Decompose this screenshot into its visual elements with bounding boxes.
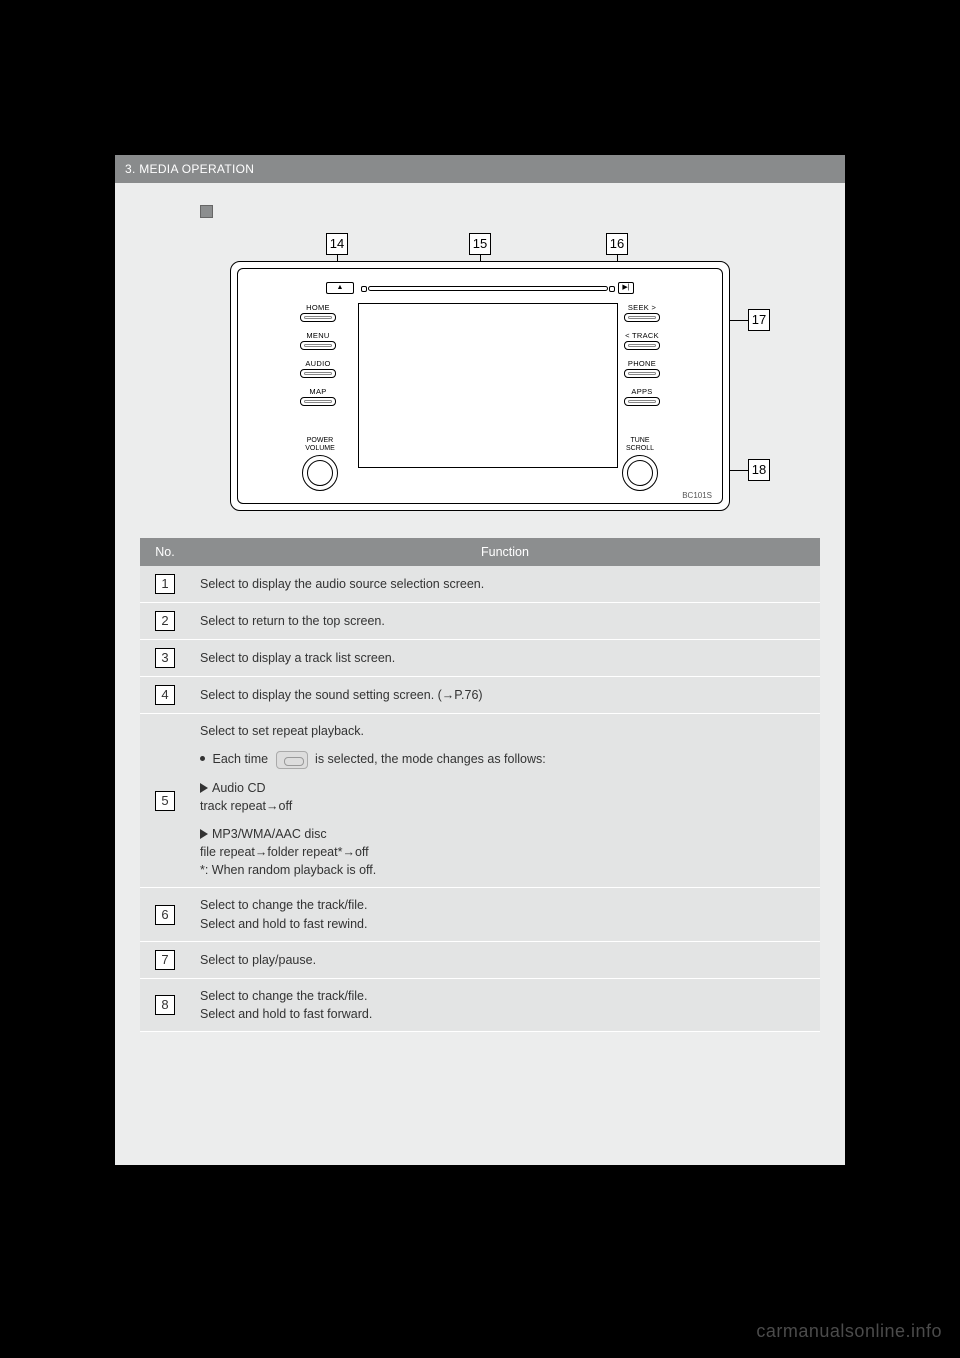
row-number-box: 7 — [155, 950, 175, 970]
mp3-seq: file repeat→folder repeat*→off — [200, 845, 369, 859]
pill-icon — [300, 313, 336, 322]
eject-button-icon: ▲ — [326, 282, 354, 294]
callout-18: 18 — [748, 459, 770, 481]
row-function-text: Select to display a track list screen. — [190, 640, 820, 677]
page-content: Control panel 14 15 16 17 18 ▲ ▶| — [115, 183, 845, 1052]
callout-14: 14 — [326, 233, 348, 255]
row-number-box: 3 — [155, 648, 175, 668]
row-function-text: Select to change the track/file. Select … — [190, 888, 820, 941]
hw-button-audio: AUDIO — [300, 359, 336, 378]
repeat-each-time: Each time is selected, the mode changes … — [200, 750, 810, 769]
row-function-text: Select to change the track/file. Select … — [190, 978, 820, 1031]
table-row: 4 Select to display the sound setting sc… — [140, 677, 820, 714]
knob-label: TUNE SCROLL — [614, 437, 666, 453]
right-button-group: SEEK > < TRACK PHONE APPS — [624, 303, 660, 415]
row-function-text: Select to return to the top screen. — [190, 603, 820, 640]
table-row: 6 Select to change the track/file. Selec… — [140, 888, 820, 941]
diagram-id-label: BC101S — [682, 491, 712, 500]
row-number-box: 2 — [155, 611, 175, 631]
pill-icon — [300, 369, 336, 378]
pill-icon — [300, 341, 336, 350]
knob-icon — [622, 455, 658, 491]
triangle-icon — [200, 829, 208, 839]
knob-label: POWER VOLUME — [294, 437, 346, 453]
play-button-icon: ▶| — [618, 282, 634, 294]
each-time-pre: Each time — [212, 752, 268, 766]
mp3-footnote: *: When random playback is off. — [200, 863, 376, 877]
row-line1: Select to change the track/file. — [200, 989, 367, 1003]
hw-button-map: MAP — [300, 387, 336, 406]
hw-label: SEEK > — [624, 303, 660, 312]
pill-icon — [624, 341, 660, 350]
hw-button-track: < TRACK — [624, 331, 660, 350]
table-row: 2 Select to return to the top screen. — [140, 603, 820, 640]
callout-15: 15 — [469, 233, 491, 255]
pill-icon — [300, 397, 336, 406]
bullet-icon — [200, 756, 205, 761]
table-row: 8 Select to change the track/file. Selec… — [140, 978, 820, 1031]
hw-button-phone: PHONE — [624, 359, 660, 378]
watermark-text: carmanualsonline.info — [756, 1321, 942, 1342]
hw-label: < TRACK — [624, 331, 660, 340]
knob-icon — [302, 455, 338, 491]
table-header-function: Function — [190, 538, 820, 566]
section-header: 3. MEDIA OPERATION — [115, 155, 845, 183]
table-row: 1 Select to display the audio source sel… — [140, 566, 820, 603]
mp3-block: MP3/WMA/AAC disc file repeat→folder repe… — [200, 825, 810, 879]
hw-button-menu: MENU — [300, 331, 336, 350]
row-number-box: 5 — [155, 791, 175, 811]
audio-cd-seq: track repeat→off — [200, 799, 292, 813]
control-panel-heading: Control panel — [200, 205, 820, 227]
hw-label: APPS — [624, 387, 660, 396]
hw-label: HOME — [300, 303, 336, 312]
table-row: 3 Select to display a track list screen. — [140, 640, 820, 677]
power-volume-knob: POWER VOLUME — [294, 437, 346, 491]
row-function-text: Select to play/pause. — [190, 941, 820, 978]
device-inner-outline: ▲ ▶| HOME MENU AUDIO MAP SEEK > < TRACK … — [237, 268, 723, 504]
row-line1: Select to change the track/file. — [200, 898, 367, 912]
tune-scroll-knob: TUNE SCROLL — [614, 437, 666, 491]
hw-button-seek: SEEK > — [624, 303, 660, 322]
square-marker-icon — [200, 205, 213, 218]
table-header-no: No. — [140, 538, 190, 566]
hw-button-apps: APPS — [624, 387, 660, 406]
audio-cd-block: Audio CD track repeat→off — [200, 779, 810, 815]
mp3-label: MP3/WMA/AAC disc — [212, 827, 327, 841]
row-number-box: 4 — [155, 685, 175, 705]
row-number-box: 6 — [155, 905, 175, 925]
table-row: 5 Select to set repeat playback. Each ti… — [140, 714, 820, 888]
row-function-text: Select to display the sound setting scre… — [190, 677, 820, 714]
audio-cd-label: Audio CD — [212, 781, 266, 795]
each-time-post: is selected, the mode changes as follows… — [315, 752, 546, 766]
table-row: 7 Select to play/pause. — [140, 941, 820, 978]
hw-label: MAP — [300, 387, 336, 396]
callout-17: 17 — [748, 309, 770, 331]
disc-slot-icon — [368, 286, 608, 291]
hw-label: AUDIO — [300, 359, 336, 368]
hw-label: PHONE — [624, 359, 660, 368]
pill-icon — [624, 397, 660, 406]
function-table: No. Function 1 Select to display the aud… — [140, 538, 820, 1032]
row-function-text: Select to display the audio source selec… — [190, 566, 820, 603]
row-function-text: Select to set repeat playback. Each time… — [190, 714, 820, 888]
callout-16: 16 — [606, 233, 628, 255]
device-diagram: 14 15 16 17 18 ▲ ▶| HOME MENU — [230, 233, 730, 518]
row-number-box: 8 — [155, 995, 175, 1015]
row-line2: Select and hold to fast rewind. — [200, 917, 367, 931]
device-outline: ▲ ▶| HOME MENU AUDIO MAP SEEK > < TRACK … — [230, 261, 730, 511]
row-line2: Select and hold to fast forward. — [200, 1007, 372, 1021]
pill-icon — [624, 369, 660, 378]
manual-page: 3. MEDIA OPERATION Control panel 14 15 1… — [115, 155, 845, 1165]
triangle-icon — [200, 783, 208, 793]
pill-icon — [624, 313, 660, 322]
row-number-box: 1 — [155, 574, 175, 594]
hw-label: MENU — [300, 331, 336, 340]
repeat-icon — [276, 751, 308, 769]
repeat-intro: Select to set repeat playback. — [200, 722, 810, 740]
hw-button-home: HOME — [300, 303, 336, 322]
display-screen-icon — [358, 303, 618, 468]
left-button-group: HOME MENU AUDIO MAP — [300, 303, 336, 415]
